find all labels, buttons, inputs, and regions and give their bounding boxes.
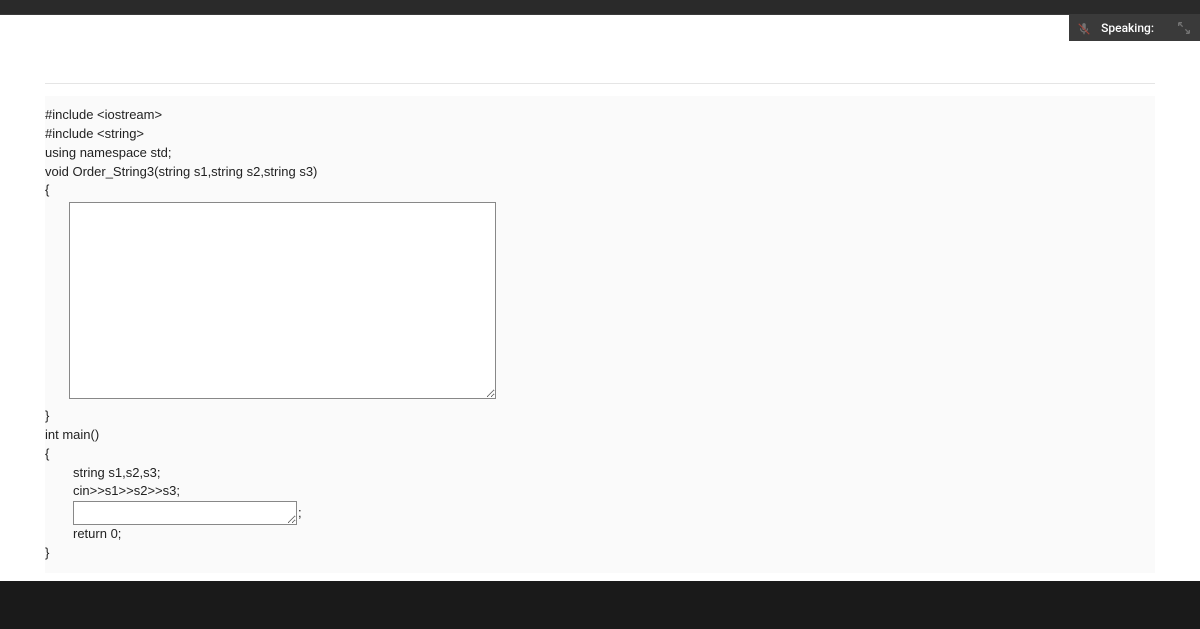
function-body-input[interactable] — [69, 202, 496, 399]
code-line: void Order_String3(string s1,string s2,s… — [45, 163, 1155, 182]
code-line: int main() — [45, 426, 1155, 445]
code-line: cin>>s1>>s2>>s3; — [45, 482, 1155, 501]
main-content-panel: #include <iostream> #include <string> us… — [0, 15, 1200, 581]
code-line: } — [45, 407, 1155, 426]
code-line: string s1,s2,s3; — [45, 464, 1155, 483]
code-line: #include <string> — [45, 125, 1155, 144]
code-line: using namespace std; — [45, 144, 1155, 163]
window-top-bar — [0, 0, 1200, 15]
function-call-input[interactable] — [73, 501, 297, 525]
mic-muted-icon — [1077, 21, 1091, 35]
code-line: { — [45, 445, 1155, 464]
code-fill-block: #include <iostream> #include <string> us… — [45, 96, 1155, 573]
code-line: } — [45, 544, 1155, 563]
fullscreen-icon[interactable] — [1176, 20, 1192, 36]
code-semicolon: ; — [298, 504, 302, 523]
code-line: return 0; — [45, 525, 1155, 544]
call-input-row: ; — [45, 501, 1155, 525]
speaking-indicator-bar: Speaking: — [1069, 15, 1200, 41]
divider — [45, 83, 1155, 84]
content-area: #include <iostream> #include <string> us… — [0, 15, 1200, 581]
speaking-label: Speaking: — [1101, 21, 1154, 35]
code-line: #include <iostream> — [45, 106, 1155, 125]
code-line: { — [45, 181, 1155, 200]
